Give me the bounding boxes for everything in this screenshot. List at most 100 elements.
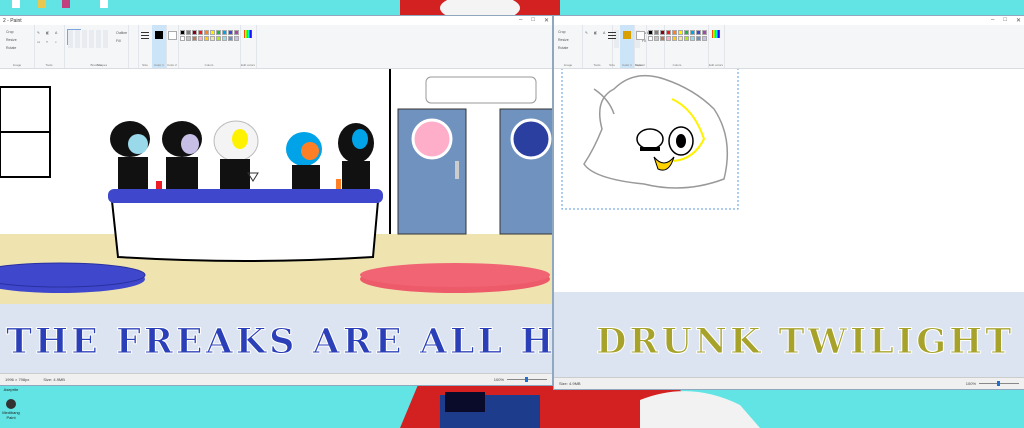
- color1-button[interactable]: Color 1: [152, 25, 167, 68]
- palette-swatch[interactable]: [222, 30, 227, 35]
- maximize-icon[interactable]: □: [1003, 17, 1007, 24]
- filesize-text: Size: 4.9MB: [559, 381, 581, 386]
- color-palette: [180, 30, 239, 41]
- desktop-icon-label: Medibang Paint: [2, 410, 20, 420]
- crop-button[interactable]: Crop: [558, 30, 566, 34]
- palette-swatch[interactable]: [666, 36, 671, 41]
- ribbon-group-colors: Colors: [646, 25, 709, 68]
- palette-swatch[interactable]: [696, 36, 701, 41]
- minimize-icon[interactable]: –: [519, 17, 522, 24]
- palette-swatch[interactable]: [648, 30, 653, 35]
- edit-colors-button[interactable]: Edit colors: [240, 25, 257, 68]
- palette-swatch[interactable]: [204, 36, 209, 41]
- zoom-slider-thumb[interactable]: [525, 377, 528, 382]
- shapes-gallery[interactable]: [68, 30, 110, 48]
- palette-swatch[interactable]: [690, 36, 695, 41]
- resize-button[interactable]: Resize: [6, 38, 17, 42]
- zoom-slider[interactable]: [979, 381, 1019, 386]
- palette-swatch[interactable]: [678, 30, 683, 35]
- palette-swatch[interactable]: [180, 36, 185, 41]
- canvas-area: DRUNK TWILIGHT: [554, 69, 1024, 378]
- edit-colors-button[interactable]: Edit colors: [708, 25, 725, 68]
- outline-dropdown[interactable]: Outline: [116, 31, 127, 35]
- group-label: Tools: [45, 63, 53, 67]
- folder-icon[interactable]: [38, 0, 46, 8]
- palette-swatch[interactable]: [690, 30, 695, 35]
- rotate-button[interactable]: Rotate: [6, 46, 16, 50]
- window-title: 2 - Paint: [3, 17, 22, 24]
- file-icon[interactable]: [12, 0, 20, 8]
- palette-swatch[interactable]: [234, 30, 239, 35]
- drawing-canvas[interactable]: [0, 69, 552, 304]
- palette-swatch[interactable]: [222, 36, 227, 41]
- palette-swatch[interactable]: [678, 36, 683, 41]
- resize-button[interactable]: Resize: [558, 38, 569, 42]
- palette-swatch[interactable]: [660, 36, 665, 41]
- palette-swatch[interactable]: [186, 36, 191, 41]
- fill-dropdown[interactable]: Fill: [116, 39, 120, 43]
- minimize-icon[interactable]: –: [991, 17, 994, 24]
- palette-swatch[interactable]: [666, 30, 671, 35]
- zoom-slider-thumb[interactable]: [997, 381, 1000, 386]
- ribbon: Crop Resize Rotate Image ✎ ◧ A Tools Out…: [554, 25, 1024, 69]
- close-icon[interactable]: ✕: [544, 17, 549, 24]
- ribbon-group-size[interactable]: Size: [138, 25, 153, 68]
- file-icon[interactable]: [100, 0, 108, 8]
- palette-swatch[interactable]: [186, 30, 191, 35]
- palette-swatch[interactable]: [684, 30, 689, 35]
- palette-swatch[interactable]: [702, 30, 707, 35]
- zoom-level: 100%: [493, 377, 504, 382]
- close-icon[interactable]: ✕: [1016, 17, 1021, 24]
- palette-swatch[interactable]: [210, 30, 215, 35]
- palette-swatch[interactable]: [216, 36, 221, 41]
- palette-swatch[interactable]: [234, 36, 239, 41]
- palette-swatch[interactable]: [180, 30, 185, 35]
- zoom-slider[interactable]: [507, 377, 547, 382]
- magnifier-icon[interactable]: ⌕: [55, 40, 57, 44]
- medibang-icon: [6, 399, 16, 409]
- palette-swatch[interactable]: [660, 30, 665, 35]
- pencil-icon[interactable]: ✎: [585, 31, 588, 35]
- text-icon[interactable]: A: [55, 31, 57, 35]
- size-icon[interactable]: [141, 32, 149, 40]
- picker-icon[interactable]: ⌖: [46, 40, 48, 44]
- rotate-button[interactable]: Rotate: [558, 46, 568, 50]
- palette-swatch[interactable]: [672, 36, 677, 41]
- eraser-icon[interactable]: ▭: [37, 40, 40, 44]
- palette-swatch[interactable]: [192, 36, 197, 41]
- palette-swatch[interactable]: [216, 30, 221, 35]
- fill-icon[interactable]: ◧: [594, 31, 597, 35]
- palette-swatch[interactable]: [648, 36, 653, 41]
- caption-title: DRUNK TWILIGHT: [595, 321, 1015, 363]
- desktop-icon-label: Aseprite: [3, 387, 19, 392]
- palette-swatch[interactable]: [204, 30, 209, 35]
- crop-button[interactable]: Crop: [6, 30, 14, 34]
- palette-swatch[interactable]: [198, 36, 203, 41]
- pencil-icon[interactable]: ✎: [37, 31, 40, 35]
- palette-swatch[interactable]: [192, 30, 197, 35]
- fill-icon[interactable]: ◧: [46, 31, 49, 35]
- ribbon-group-image: Crop Resize Rotate Image: [554, 25, 583, 68]
- palette-swatch[interactable]: [654, 36, 659, 41]
- palette-swatch[interactable]: [654, 30, 659, 35]
- palette-swatch[interactable]: [228, 36, 233, 41]
- group-label: Image: [563, 63, 573, 67]
- palette-swatch[interactable]: [210, 36, 215, 41]
- color1-button[interactable]: Color 1: [620, 25, 635, 68]
- edit-colors-icon: [712, 30, 720, 38]
- palette-swatch[interactable]: [198, 30, 203, 35]
- palette-swatch[interactable]: [702, 36, 707, 41]
- app-icon[interactable]: [62, 0, 70, 8]
- palette-swatch[interactable]: [696, 30, 701, 35]
- desktop-icon-medibang[interactable]: Medibang Paint: [2, 399, 20, 421]
- ribbon-group-size[interactable]: Size: [604, 25, 621, 68]
- size-icon[interactable]: [608, 32, 616, 40]
- palette-swatch[interactable]: [684, 36, 689, 41]
- palette-swatch[interactable]: [672, 30, 677, 35]
- palette-swatch[interactable]: [228, 30, 233, 35]
- drawing-canvas[interactable]: [554, 69, 1024, 292]
- ribbon-group-tools: ✎ ◧ A ▭ ⌖ ⌕ Tools: [34, 25, 65, 68]
- maximize-icon[interactable]: □: [531, 17, 535, 24]
- color2-swatch: [168, 31, 177, 40]
- group-label: Size: [609, 63, 615, 67]
